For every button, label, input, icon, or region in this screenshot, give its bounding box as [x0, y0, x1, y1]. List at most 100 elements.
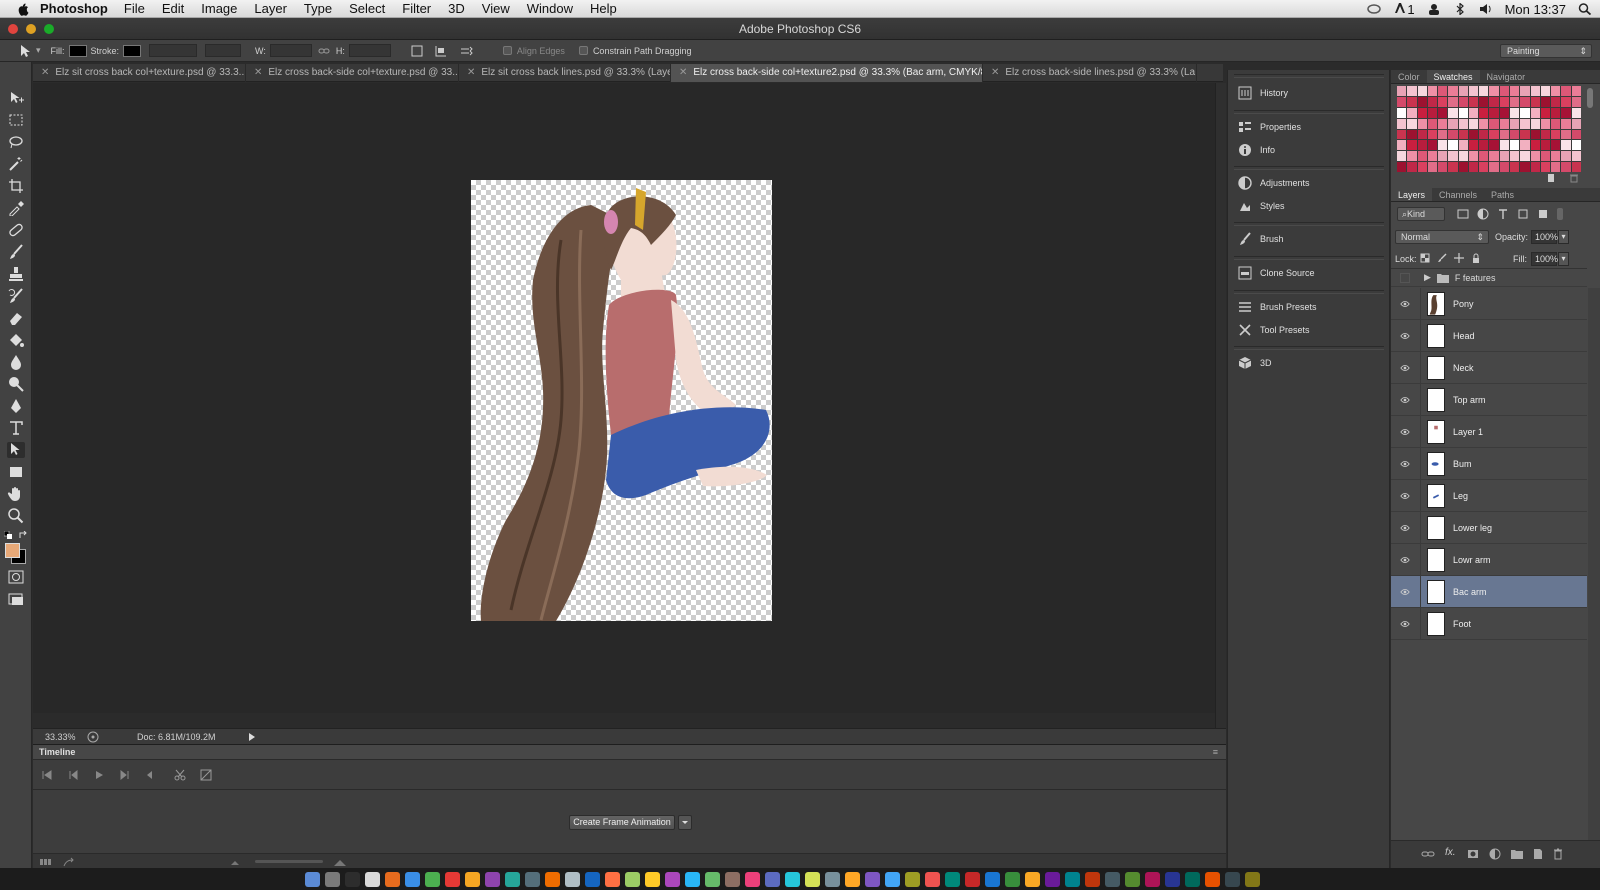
swatch[interactable] — [1540, 86, 1551, 96]
menu-help[interactable]: Help — [590, 1, 617, 16]
dock-app-icon[interactable] — [765, 872, 780, 887]
swatch[interactable] — [1520, 129, 1530, 140]
swatch[interactable] — [1489, 96, 1499, 107]
create-frame-animation-dropdown[interactable] — [678, 815, 692, 830]
swap-colors-icon[interactable] — [19, 531, 28, 540]
swatch[interactable] — [1448, 96, 1458, 107]
crop-tool[interactable] — [7, 178, 25, 194]
dock-app-icon[interactable] — [545, 872, 560, 887]
fill-field[interactable]: 100% — [1531, 252, 1558, 266]
user-icon[interactable] — [1427, 3, 1441, 15]
swatch[interactable] — [1448, 140, 1458, 151]
tool-preset-dropdown[interactable]: ▾ — [36, 45, 41, 56]
swatch[interactable] — [1438, 151, 1448, 162]
first-frame-icon[interactable] — [41, 769, 53, 781]
default-colors-icon[interactable] — [4, 531, 13, 540]
bluetooth-icon[interactable] — [1453, 3, 1467, 15]
swatch[interactable] — [1530, 151, 1540, 162]
dock-app-icon[interactable] — [405, 872, 420, 887]
swatch[interactable] — [1438, 162, 1448, 172]
swatch[interactable] — [1499, 96, 1510, 107]
swatch[interactable] — [1448, 162, 1458, 172]
layer-row[interactable]: Lowr arm — [1391, 543, 1587, 576]
swatch[interactable] — [1540, 162, 1551, 172]
swatch[interactable] — [1458, 151, 1468, 162]
tab-document-1[interactable]: ✕ Elz sit cross back col+texture.psd @ 33… — [33, 64, 246, 82]
app-name-menu[interactable]: Photoshop — [40, 1, 108, 16]
swatch[interactable] — [1417, 118, 1427, 129]
swatch[interactable] — [1571, 129, 1581, 140]
dock-info[interactable]: Info — [1228, 139, 1390, 161]
close-tab-icon[interactable]: ✕ — [467, 67, 475, 78]
tab-layers[interactable]: Layers — [1391, 188, 1433, 201]
tab-document-3[interactable]: ✕ Elz sit cross back lines.psd @ 33.3% (L… — [459, 64, 671, 82]
swatch[interactable] — [1561, 162, 1571, 172]
swatch[interactable] — [1397, 118, 1407, 129]
swatch[interactable] — [1479, 96, 1489, 107]
swatch[interactable] — [1397, 129, 1407, 140]
swatch[interactable] — [1468, 96, 1479, 107]
swatch[interactable] — [1571, 96, 1581, 107]
zoom-out-timeline-icon[interactable] — [230, 858, 240, 866]
path-operations-icon[interactable] — [411, 45, 423, 57]
swatch[interactable] — [1397, 96, 1407, 107]
clock[interactable]: Mon 13:37 — [1505, 2, 1566, 17]
swatch[interactable] — [1468, 129, 1479, 140]
swatch[interactable] — [1479, 151, 1489, 162]
tab-document-4-active[interactable]: ✕ Elz cross back-side col+texture2.psd @ … — [671, 64, 983, 82]
menu-view[interactable]: View — [482, 1, 510, 16]
swatch[interactable] — [1530, 86, 1540, 96]
swatch[interactable] — [1468, 86, 1479, 96]
swatch[interactable] — [1479, 140, 1489, 151]
history-brush-tool[interactable] — [7, 288, 25, 304]
dock-app-icon[interactable] — [1125, 872, 1140, 887]
clone-stamp-tool[interactable] — [7, 266, 25, 282]
swatch[interactable] — [1561, 107, 1571, 118]
dock-app-icon[interactable] — [725, 872, 740, 887]
swatch[interactable] — [1458, 140, 1468, 151]
swatch[interactable] — [1571, 86, 1581, 96]
swatch[interactable] — [1551, 118, 1561, 129]
next-frame-icon[interactable] — [119, 769, 131, 781]
visibility-toggle[interactable] — [1391, 447, 1421, 480]
tab-channels[interactable]: Channels — [1432, 188, 1484, 201]
path-selection-tool-icon[interactable] — [18, 44, 32, 58]
dock-app-icon[interactable] — [1105, 872, 1120, 887]
dock-app-icon[interactable] — [1005, 872, 1020, 887]
dock-grip[interactable] — [1234, 74, 1384, 78]
swatch[interactable] — [1427, 162, 1438, 172]
swatch[interactable] — [1551, 162, 1561, 172]
hand-tool[interactable] — [7, 486, 25, 502]
swatch[interactable] — [1520, 118, 1530, 129]
lock-all-icon[interactable] — [1471, 253, 1481, 263]
swatch[interactable] — [1407, 129, 1417, 140]
path-selection-tool[interactable] — [7, 442, 25, 458]
dock-app-icon[interactable] — [785, 872, 800, 887]
swatch[interactable] — [1571, 151, 1581, 162]
dock-grip[interactable] — [1234, 222, 1384, 226]
swatches-grid[interactable] — [1397, 86, 1581, 172]
screen-mode-tool[interactable] — [7, 591, 25, 607]
menu-filter[interactable]: Filter — [402, 1, 431, 16]
swatch[interactable] — [1489, 86, 1499, 96]
swatch[interactable] — [1479, 118, 1489, 129]
minimize-window-button[interactable] — [26, 24, 36, 34]
status-menu-arrow-icon[interactable] — [248, 732, 256, 742]
swatch[interactable] — [1458, 129, 1468, 140]
visibility-toggle[interactable] — [1391, 607, 1421, 640]
healing-brush-tool[interactable] — [7, 222, 25, 238]
swatch[interactable] — [1530, 140, 1540, 151]
visibility-toggle[interactable] — [1391, 287, 1421, 320]
layer-row[interactable]: Bum — [1391, 447, 1587, 480]
close-tab-icon[interactable]: ✕ — [991, 67, 999, 78]
swatch[interactable] — [1417, 140, 1427, 151]
swatch[interactable] — [1407, 107, 1417, 118]
swatch[interactable] — [1468, 151, 1479, 162]
tab-swatches[interactable]: Swatches — [1426, 70, 1480, 83]
layer-row[interactable]: Foot — [1391, 607, 1587, 640]
swatch[interactable] — [1499, 86, 1510, 96]
dock-app-icon[interactable] — [345, 872, 360, 887]
swatch[interactable] — [1551, 129, 1561, 140]
dock-app-icon[interactable] — [985, 872, 1000, 887]
menu-type[interactable]: Type — [304, 1, 332, 16]
